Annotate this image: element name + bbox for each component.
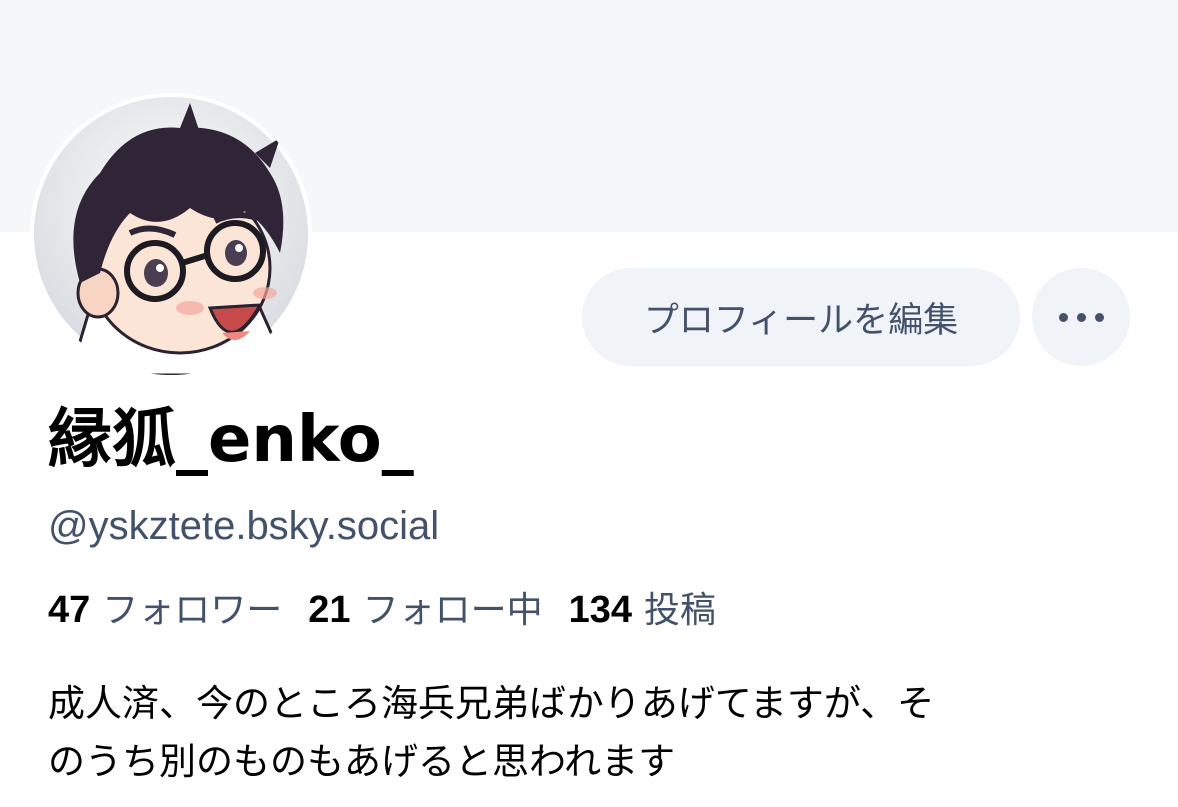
edit-profile-label: プロフィールを編集 bbox=[643, 300, 959, 341]
edit-profile-button[interactable]: プロフィールを編集 bbox=[582, 268, 1020, 366]
posts-count: 134 bbox=[568, 589, 632, 631]
following-stat[interactable]: 21 フォロー中 bbox=[308, 581, 542, 633]
more-options-button[interactable] bbox=[1032, 268, 1130, 366]
followers-label: フォロワー bbox=[102, 590, 283, 631]
display-name: 縁狐_enko_ bbox=[48, 403, 414, 477]
posts-stat: 134 投稿 bbox=[569, 581, 716, 633]
user-handle: @yskztete.bsky.social bbox=[48, 504, 440, 548]
profile-stats: 47 フォロワー 21 フォロー中 134 投稿 bbox=[48, 582, 742, 632]
followers-count: 47 bbox=[48, 589, 91, 631]
followers-stat[interactable]: 47 フォロワー bbox=[48, 581, 282, 633]
bio-line: のうち別のものもあげると思われます bbox=[48, 740, 676, 783]
following-label: フォロー中 bbox=[362, 590, 543, 631]
avatar-illustration-icon bbox=[34, 97, 308, 375]
posts-label: 投稿 bbox=[644, 590, 717, 631]
ellipsis-icon bbox=[1058, 312, 1104, 322]
avatar[interactable] bbox=[30, 93, 312, 375]
bio-line: 成人済、今のところ海兵兄弟ばかりあげてますが、そ bbox=[48, 682, 935, 725]
following-count: 21 bbox=[308, 589, 351, 631]
profile-bio: 成人済、今のところ海兵兄弟ばかりあげてますが、そ のうち別のものもあげると思われ… bbox=[48, 675, 1138, 791]
